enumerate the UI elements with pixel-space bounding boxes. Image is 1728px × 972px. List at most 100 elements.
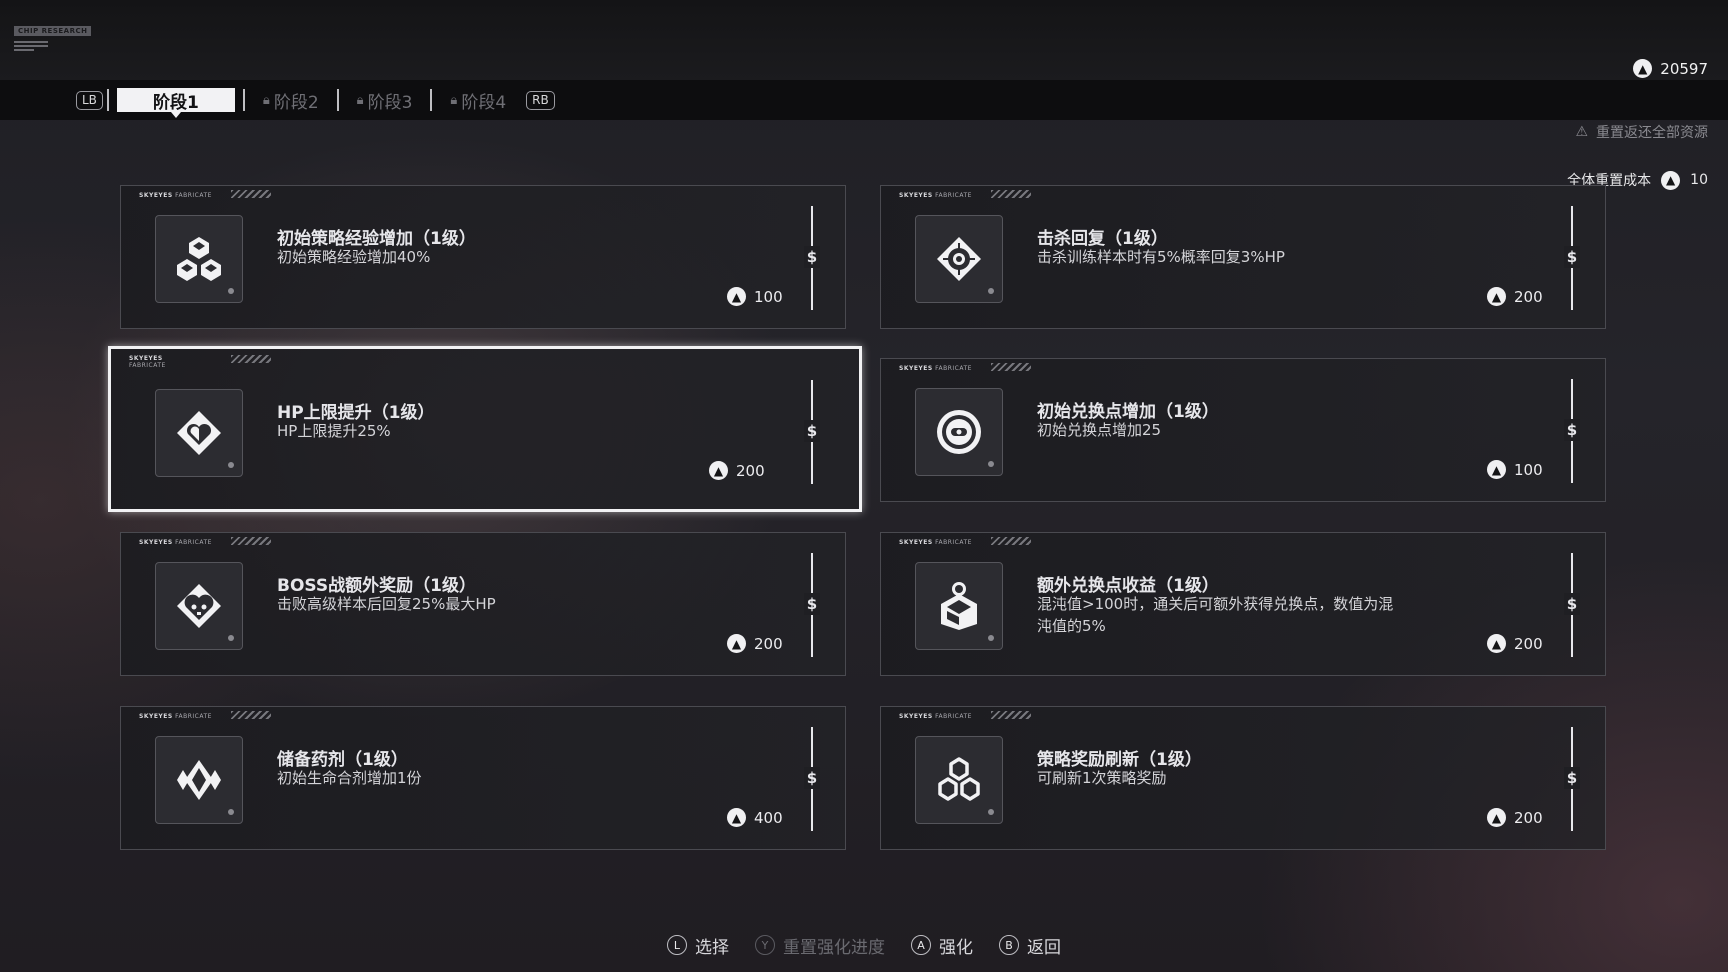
card-cost-value: 400 [754,808,783,827]
card-description: 初始生命合剂增加1份 [277,769,422,787]
tab-label: 阶段3 [367,92,413,113]
card-cost: ▲ 200 [1487,634,1543,653]
header-hatch [991,363,1031,371]
a-token-icon: ▲ [727,287,746,306]
card-header: SKYEYES FABRICATE [139,539,212,546]
card-header: SKYEYES FABRICATE [899,365,972,372]
a-token-icon: ▲ [1487,634,1506,653]
currency-display: ▲ 20597 [1633,59,1708,78]
header-hatch [991,190,1031,198]
link-lock-icon: $ [1564,419,1580,441]
a-token-icon: ▲ [1487,808,1506,827]
reset-note: ⚠ 重置返还全部资源 [1575,122,1708,142]
link-lock-icon: $ [804,767,820,789]
lock-icon: 🔒︎ [262,92,270,108]
card-cost: ▲ 100 [1487,460,1543,479]
hint-select[interactable]: L 选择 [667,933,729,958]
link-lock-icon: $ [804,420,820,442]
card-description: 击杀训练样本时有5%概率回复3%HP [1037,248,1285,266]
upgrade-card-2[interactable]: SKYEYES FABRICATE 击杀回复（1级） 击杀训练样本时有5%概率回… [880,185,1606,329]
hint-upgrade[interactable]: A 强化 [911,933,973,958]
tab-stage-1[interactable]: 阶段1 [116,88,235,118]
header-hatch [991,537,1031,545]
hint-label: 选择 [695,937,729,958]
link-lock-icon: $ [1564,246,1580,268]
card-cost-value: 200 [736,461,765,480]
card-cost: ▲ 200 [727,634,783,653]
hint-label: 重置强化进度 [783,937,885,958]
card-cost-value: 200 [1514,808,1543,827]
card-description: 击败高级样本后回复25%最大HP [277,595,496,613]
a-token-icon: ▲ [1661,170,1681,190]
card-cost: ▲ 200 [1487,808,1543,827]
divider [430,89,433,111]
header-hatch [231,355,271,363]
card-description: 初始策略经验增加40% [277,248,431,266]
card-cost: ▲ 200 [709,461,765,480]
upgrade-card-3[interactable]: SKYEYES FABRICATE HP上限提升（1级） HP上限提升25% ▲… [108,346,862,512]
link-lock-icon: $ [804,246,820,268]
card-description: 混沌值>100时，通关后可额外获得兑换点，数值为混沌值的5% [1037,595,1394,635]
a-button-icon: A [911,935,931,955]
tab-label: 阶段1 [153,92,199,113]
rb-button[interactable]: RB [526,90,555,110]
stage-tab-bar: LB 阶段1 🔒︎ 阶段2 🔒︎ 阶段3 🔒︎ 阶段4 RB 全体重置成本 ▲ … [0,80,1728,190]
reset-note-text: 重置返还全部资源 [1596,125,1708,141]
link-lock-icon: $ [804,593,820,615]
brand-logo: CHIP RESEARCH [14,18,92,51]
a-token-icon: ▲ [1633,59,1653,78]
tab-stage-4[interactable]: 🔒︎ 阶段4 [436,88,520,113]
hint-reset-progress[interactable]: Y 重置强化进度 [755,933,885,958]
link-lock-icon: $ [1564,767,1580,789]
tri-cubes-icon [155,215,243,303]
crosshair-diamond-icon [915,215,1003,303]
tab-stage-3[interactable]: 🔒︎ 阶段3 [343,88,427,113]
card-cost-value: 200 [754,634,783,653]
a-token-icon: ▲ [1487,287,1506,306]
heart-diamond-icon [155,389,243,477]
coin-cube-icon [915,562,1003,650]
upgrade-card-5[interactable]: SKYEYES FABRICATE BOSS战额外奖励（1级） 击败高级样本后回… [120,532,846,676]
card-cost-value: 200 [1514,634,1543,653]
link-lock-icon: $ [1564,593,1580,615]
upgrade-card-4[interactable]: SKYEYES FABRICATE 初始兑换点增加（1级） 初始兑换点增加25 … [880,358,1606,502]
card-header: SKYEYES FABRICATE [129,355,166,369]
card-cost: ▲ 100 [727,287,783,306]
card-cost-value: 100 [1514,460,1543,479]
warning-icon: ⚠ [1575,124,1588,140]
refresh-cubes-icon [915,736,1003,824]
a-token-icon: ▲ [727,634,746,653]
l-stick-icon: L [667,935,687,955]
card-header: SKYEYES FABRICATE [899,192,972,199]
coin-ring-icon [915,388,1003,476]
tab-label: 阶段4 [461,92,507,113]
a-token-icon: ▲ [709,461,728,480]
y-button-icon: Y [755,935,775,955]
b-button-icon: B [999,935,1019,955]
card-cost-value: 100 [754,287,783,306]
card-cost: ▲ 200 [1487,287,1543,306]
skull-heart-icon [155,562,243,650]
a-token-icon: ▲ [727,808,746,827]
lb-button[interactable]: LB [76,90,103,110]
header-hatch [991,711,1031,719]
upgrade-card-7[interactable]: SKYEYES FABRICATE 储备药剂（1级） 初始生命合剂增加1份 ▲ … [120,706,846,850]
button-hints: L 选择 Y 重置强化进度 A 强化 B 返回 [0,930,1728,960]
card-description: 初始兑换点增加25 [1037,421,1162,439]
currency-amount: 20597 [1660,59,1708,78]
divider [106,89,109,111]
card-header: SKYEYES FABRICATE [139,713,212,720]
upgrade-card-8[interactable]: SKYEYES FABRICATE 策略奖励刷新（1级） 可刷新1次策略奖励 ▲… [880,706,1606,850]
divider [336,89,339,111]
brand-tag: CHIP RESEARCH [14,26,92,36]
lock-icon: 🔒︎ [356,92,364,108]
card-header: SKYEYES FABRICATE [139,192,212,199]
card-description: 可刷新1次策略奖励 [1037,769,1167,787]
tab-stage-2[interactable]: 🔒︎ 阶段2 [249,88,333,113]
card-cost-value: 200 [1514,287,1543,306]
card-header: SKYEYES FABRICATE [899,713,972,720]
upgrade-card-1[interactable]: SKYEYES FABRICATE 初始策略经验增加（1级） 初始策略经验增加4… [120,185,846,329]
hint-back[interactable]: B 返回 [999,933,1061,958]
upgrade-card-6[interactable]: SKYEYES FABRICATE 额外兑换点收益（1级） 混沌值>100时，通… [880,532,1606,676]
header-hatch [231,711,271,719]
